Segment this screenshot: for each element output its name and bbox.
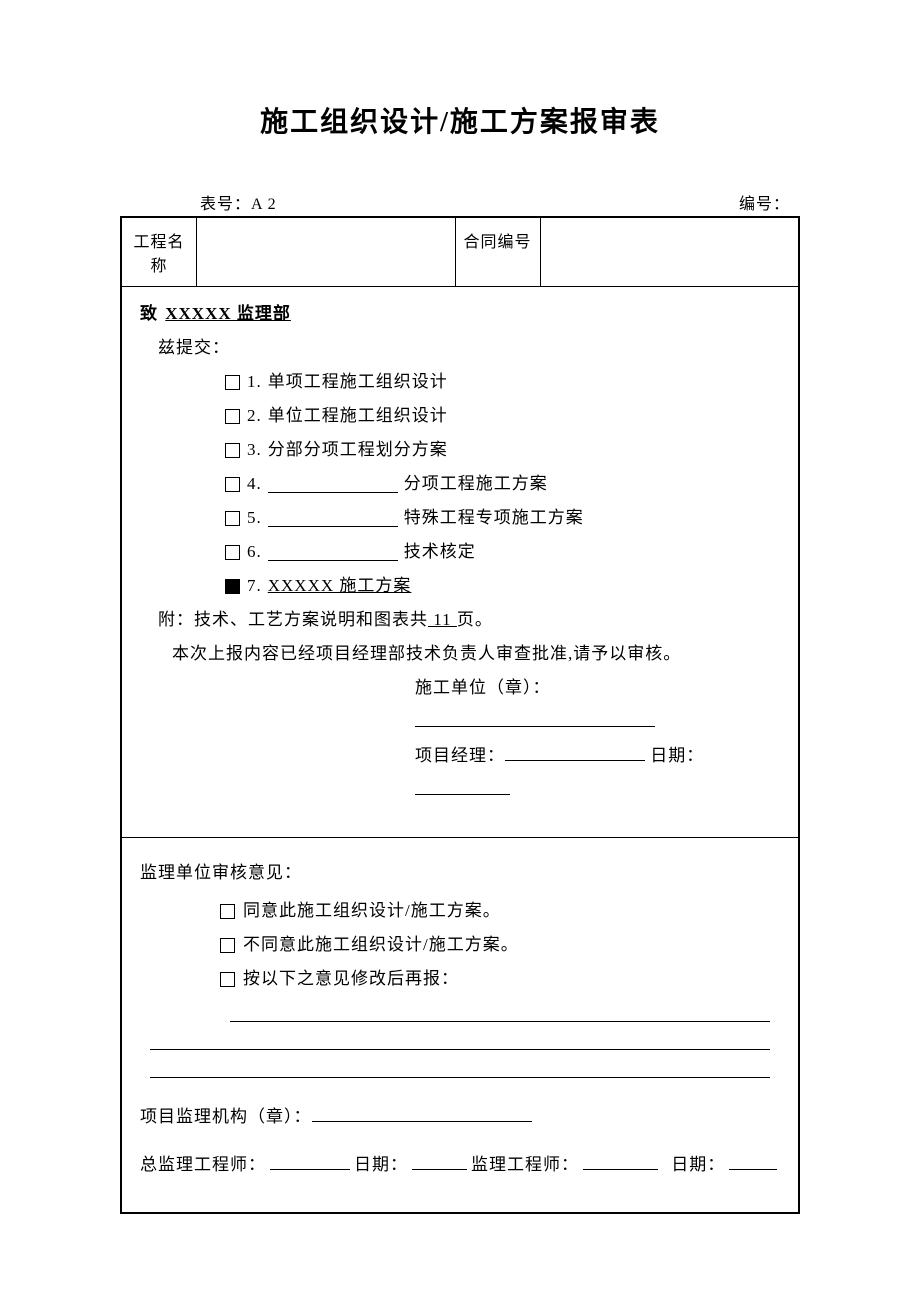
submit-label: 兹提交：: [140, 331, 780, 365]
supervision-org-field[interactable]: [312, 1105, 532, 1122]
review-section: 监理单位审核意见： 同意此施工组织设计/施工方案。不同意此施工组织设计/施工方案…: [122, 838, 798, 1212]
to-prefix: 致: [140, 304, 158, 323]
item-text: 特殊工程专项施工方案: [404, 501, 584, 535]
construction-unit-row: 施工单位（章）：: [140, 671, 780, 739]
checkbox-icon[interactable]: [220, 938, 235, 953]
comment-line-3[interactable]: [150, 1056, 770, 1078]
item-text: 单项工程施工组织设计: [268, 365, 448, 399]
item-number: 6.: [247, 535, 262, 569]
pm-signature-row: 项目经理： 日期：: [140, 739, 780, 807]
chief-date-label: 日期：: [354, 1148, 408, 1182]
header-table: 工程名称 合同编号: [122, 218, 798, 287]
opinion-option: 按以下之意见修改后再报：: [140, 962, 780, 996]
attach-prefix: 附：技术、工艺方案说明和图表共: [158, 610, 428, 629]
engineer-date-field[interactable]: [729, 1153, 777, 1170]
checklist-item: 6. 技术核定: [140, 535, 780, 569]
supervision-org-row: 项目监理机构（章）：: [140, 1100, 780, 1134]
item-number: 4.: [247, 467, 262, 501]
page-title: 施工组织设计/施工方案报审表: [120, 100, 800, 140]
chief-engineer-label: 总监理工程师：: [140, 1148, 266, 1182]
contract-no-field[interactable]: [541, 218, 799, 286]
checkbox-icon[interactable]: [225, 477, 240, 492]
addressee-line: 致 XXXXX 监理部: [140, 297, 780, 331]
opinion-option: 不同意此施工组织设计/施工方案。: [140, 928, 780, 962]
checkbox-icon[interactable]: [220, 972, 235, 987]
construction-unit-label: 施工单位（章）：: [415, 678, 551, 697]
checkbox-icon[interactable]: [225, 409, 240, 424]
item-text: 单位工程施工组织设计: [268, 399, 448, 433]
engineer-date-label: 日期：: [671, 1148, 725, 1182]
checklist-item: 4. 分项工程施工方案: [140, 467, 780, 501]
project-name-field[interactable]: [197, 218, 456, 286]
fill-blank[interactable]: [268, 476, 398, 493]
pm-field[interactable]: [505, 744, 645, 761]
checklist-item: 7.XXXXX 施工方案: [140, 569, 780, 603]
project-name-label: 工程名称: [122, 218, 197, 286]
supervision-org-label: 项目监理机构（章）：: [140, 1107, 312, 1126]
serial-number-label: 编号：: [739, 190, 790, 214]
addressee-name: XXXXX 监理部: [163, 304, 293, 323]
fill-blank[interactable]: [268, 544, 398, 561]
construction-unit-field[interactable]: [415, 710, 655, 727]
page-count[interactable]: 11: [428, 610, 457, 629]
engineer-signature-row: 总监理工程师： 日期： 监理工程师： 日期：: [140, 1148, 780, 1182]
contract-no-label: 合同编号: [456, 218, 541, 286]
option-text: 不同意此施工组织设计/施工方案。: [243, 928, 519, 962]
item-text: XXXXX 施工方案: [268, 569, 412, 603]
item-number: 7.: [247, 569, 262, 603]
option-text: 按以下之意见修改后再报：: [243, 962, 459, 996]
item-number: 5.: [247, 501, 262, 535]
opinion-option: 同意此施工组织设计/施工方案。: [140, 894, 780, 928]
chief-date-field[interactable]: [412, 1153, 467, 1170]
approval-note: 本次上报内容已经项目经理部技术负责人审查批准,请予以审核。: [140, 637, 780, 671]
comment-line-1[interactable]: [230, 1000, 770, 1022]
checkbox-icon[interactable]: [225, 511, 240, 526]
checkbox-icon[interactable]: [225, 579, 240, 594]
option-text: 同意此施工组织设计/施工方案。: [243, 894, 501, 928]
item-number: 3.: [247, 433, 262, 467]
fill-blank[interactable]: [268, 510, 398, 527]
item-text: 技术核定: [404, 535, 476, 569]
checklist-item: 2.单位工程施工组织设计: [140, 399, 780, 433]
opinion-label: 监理单位审核意见：: [140, 856, 780, 890]
checklist-item: 1.单项工程施工组织设计: [140, 365, 780, 399]
item-text: 分部分项工程划分方案: [268, 433, 448, 467]
checklist-item: 3.分部分项工程划分方案: [140, 433, 780, 467]
item-number: 1.: [247, 365, 262, 399]
pm-label: 项目经理：: [415, 746, 505, 765]
item-number: 2.: [247, 399, 262, 433]
form-number: 表号：A 2: [200, 190, 277, 214]
attach-suffix: 页。: [457, 610, 493, 629]
chief-engineer-field[interactable]: [270, 1153, 350, 1170]
checkbox-icon[interactable]: [225, 375, 240, 390]
form-outer: 工程名称 合同编号 致 XXXXX 监理部 兹提交： 1.单项工程施工组织设计2…: [120, 216, 800, 1214]
checkbox-icon[interactable]: [220, 904, 235, 919]
comment-line-2[interactable]: [150, 1028, 770, 1050]
pm-date-field[interactable]: [415, 778, 510, 795]
submission-section: 致 XXXXX 监理部 兹提交： 1.单项工程施工组织设计2.单位工程施工组织设…: [122, 287, 798, 838]
engineer-label: 监理工程师：: [471, 1148, 579, 1182]
attachment-row: 附：技术、工艺方案说明和图表共 11 页。: [140, 603, 780, 637]
meta-row: 表号：A 2 编号：: [120, 190, 800, 216]
checklist-item: 5. 特殊工程专项施工方案: [140, 501, 780, 535]
checkbox-icon[interactable]: [225, 443, 240, 458]
item-text: 分项工程施工方案: [404, 467, 548, 501]
checkbox-icon[interactable]: [225, 545, 240, 560]
engineer-field[interactable]: [583, 1153, 658, 1170]
pm-date-label: 日期：: [650, 746, 704, 765]
